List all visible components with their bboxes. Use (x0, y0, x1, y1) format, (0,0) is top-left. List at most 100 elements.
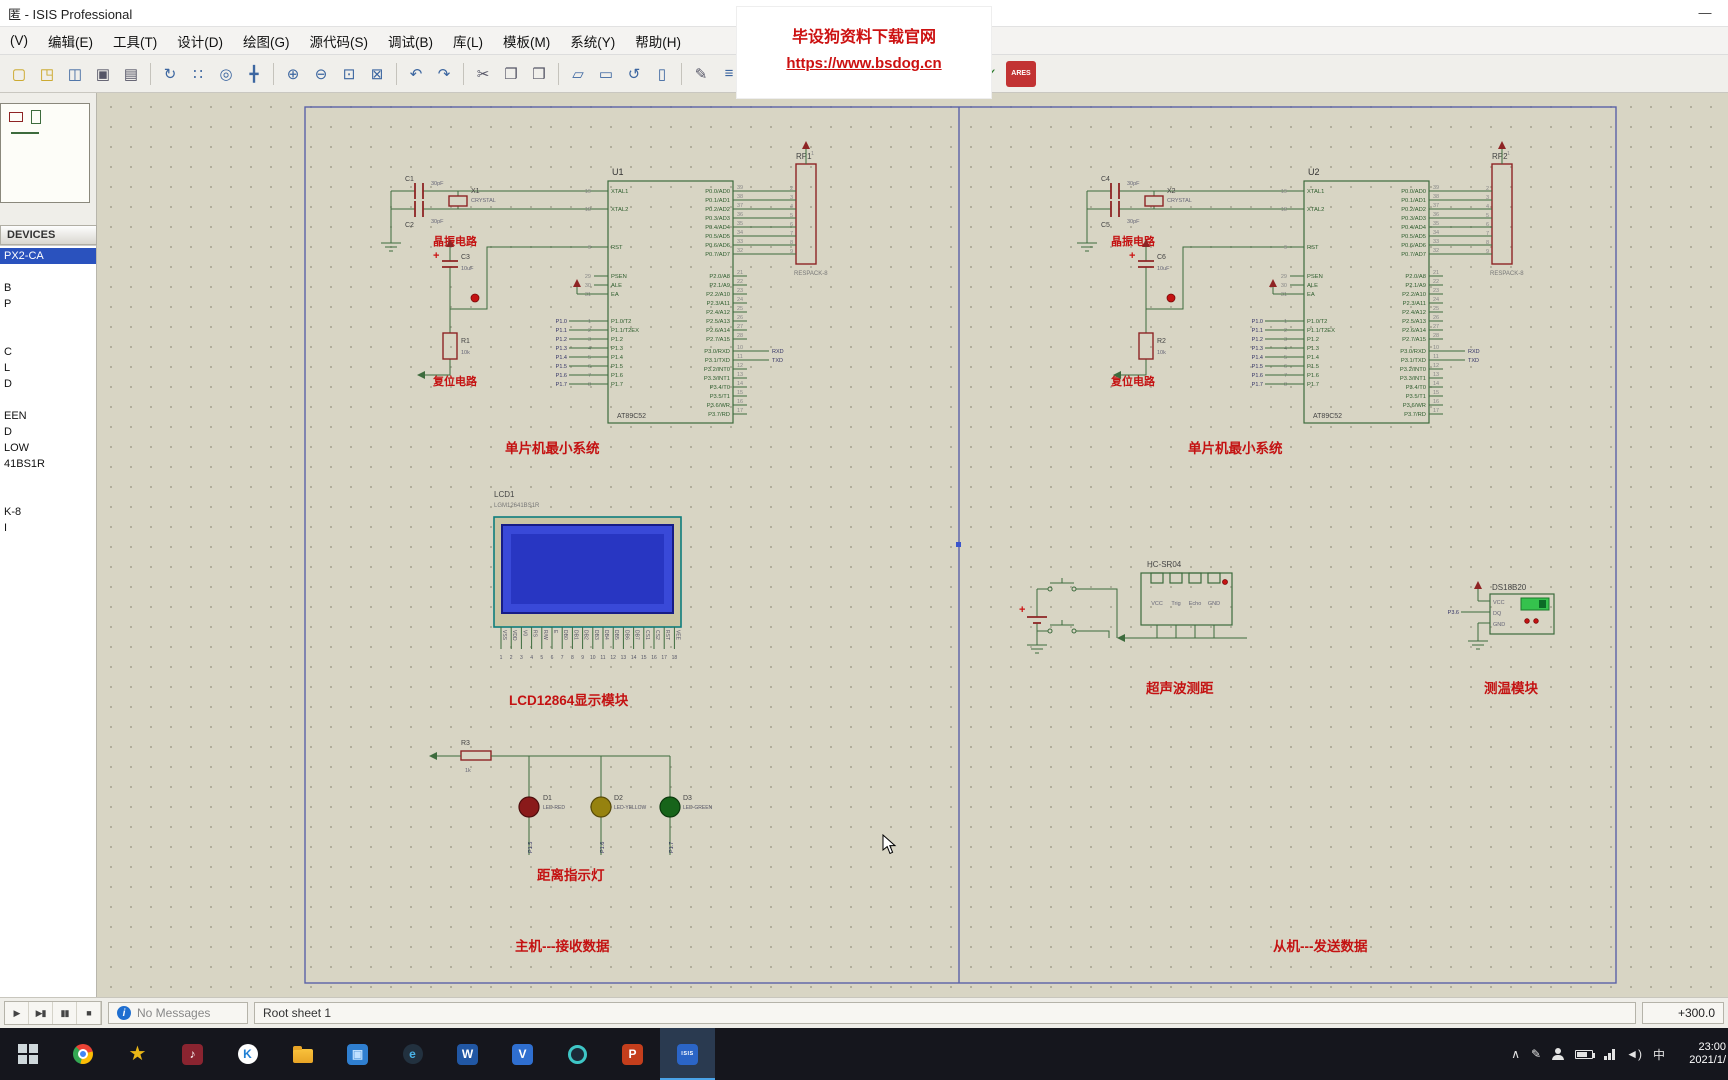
schematic-svg[interactable]: 晶振电路 晶振电路 复位电路 复位电路 单片机最小系统 单片机最小系统 LCD1… (97, 93, 1728, 997)
save-design-button[interactable]: ◫ (62, 61, 88, 87)
d2-ref: D2 (614, 795, 623, 802)
svg-text:DB7: DB7 (634, 630, 640, 640)
input-indicator[interactable]: 中 (1653, 1046, 1665, 1063)
pen-icon[interactable]: ✎ (1531, 1047, 1541, 1061)
origin-button[interactable]: ◎ (213, 61, 239, 87)
ultrasonic-module[interactable]: HC-SR04 VCC Trig Echo GND + (1019, 560, 1247, 654)
caption-crystal-left: 晶振电路 (433, 234, 478, 248)
device-item[interactable] (0, 264, 96, 280)
device-item[interactable]: EEN (0, 408, 96, 424)
lcd-module[interactable]: LCD1 LGM12641BS1R VSS 1 VDD 2 V0 3 RS 4 R/W 5 E 6 DB… (493, 490, 682, 661)
led-indicators[interactable]: R3 1k D1 LED-RED D2 LED-YELLOW D3 LED-GR… (429, 740, 713, 855)
zoom-all-button[interactable]: ⊠ (364, 61, 390, 87)
people-icon[interactable] (1552, 1048, 1565, 1060)
taskbar-start-button[interactable] (0, 1028, 55, 1080)
device-item[interactable]: D (0, 424, 96, 440)
led-d3[interactable] (659, 796, 681, 818)
svg-text:PSEN: PSEN (1307, 274, 1323, 280)
device-item[interactable] (0, 392, 96, 408)
sim-pause-button[interactable]: ▮▮ (53, 1002, 77, 1024)
sim-step-button[interactable]: ▶▮ (29, 1002, 53, 1024)
mark-output-area-button[interactable]: ▤ (118, 61, 144, 87)
minimize-button[interactable]: — (1682, 5, 1728, 21)
zoom-out-button[interactable]: ⊖ (308, 61, 334, 87)
schematic-canvas[interactable]: 晶振电路 晶振电路 复位电路 复位电路 单片机最小系统 单片机最小系统 LCD1… (97, 93, 1728, 997)
lcd-pins: VSS 1 VDD 2 V0 3 RS 4 R/W 5 E 6 DB0 7 DB1 8 DB2 9 DB3 10 DB4… (500, 627, 680, 661)
device-item[interactable]: C (0, 344, 96, 360)
redraw-button[interactable]: ↻ (157, 61, 183, 87)
menu-item-0[interactable]: (V) (0, 33, 38, 48)
toggle-grid-button[interactable]: ∷ (185, 61, 211, 87)
sim-play-button[interactable]: ▶ (5, 1002, 29, 1024)
block-move-button[interactable]: ▭ (593, 61, 619, 87)
svg-text:P0.6/AD6: P0.6/AD6 (1401, 243, 1426, 249)
temperature-module[interactable]: DS18B20 VCC DQ GND P3.6 (1448, 581, 1555, 650)
svg-text:8: 8 (790, 240, 793, 246)
menu-item-3[interactable]: 设计(D) (167, 31, 233, 51)
netlist-to-ares-button[interactable]: ARES (1006, 60, 1036, 87)
taskbar-v-app[interactable]: V (495, 1028, 550, 1080)
tray-expand-icon[interactable]: ∧ (1511, 1047, 1520, 1061)
battery-icon[interactable] (1575, 1049, 1596, 1059)
device-item[interactable]: 41BS1R (0, 456, 96, 472)
menu-item-6[interactable]: 调试(B) (378, 31, 443, 51)
menu-item-7[interactable]: 库(L) (443, 31, 493, 51)
cut-button[interactable]: ✂ (470, 61, 496, 87)
device-item[interactable]: K-8 (0, 504, 96, 520)
taskbar-favorites-app[interactable]: ★ (110, 1028, 165, 1080)
caption-mcu-right: 单片机最小系统 (1188, 440, 1283, 456)
device-item[interactable]: P (0, 296, 96, 312)
pan-button[interactable]: ╋ (241, 61, 267, 87)
undo-button[interactable]: ↶ (403, 61, 429, 87)
menu-item-8[interactable]: 模板(M) (493, 31, 560, 51)
svg-text:1: 1 (588, 319, 591, 325)
block-copy-button[interactable]: ▱ (565, 61, 591, 87)
volume-icon[interactable]: ◄) (1626, 1047, 1642, 1061)
menu-item-5[interactable]: 源代码(S) (300, 31, 379, 51)
device-item[interactable]: B (0, 280, 96, 296)
device-item[interactable]: PX2-CA (0, 248, 96, 264)
device-item[interactable] (0, 328, 96, 344)
device-item[interactable]: L (0, 360, 96, 376)
network-icon[interactable] (1604, 1048, 1616, 1060)
taskbar-file-explorer[interactable] (275, 1028, 330, 1080)
print-design-button[interactable]: ▣ (90, 61, 116, 87)
open-design-button[interactable]: ◳ (34, 61, 60, 87)
menu-item-1[interactable]: 编辑(E) (38, 31, 103, 51)
taskbar-proteus-isis[interactable]: ISIS (660, 1028, 715, 1080)
menu-item-2[interactable]: 工具(T) (103, 31, 167, 51)
taskbar-browser-app[interactable]: e (385, 1028, 440, 1080)
device-item[interactable] (0, 472, 96, 488)
copy-button[interactable]: ❐ (498, 61, 524, 87)
device-item[interactable]: D (0, 376, 96, 392)
menu-item-10[interactable]: 帮助(H) (625, 31, 691, 51)
new-design-button[interactable]: ▢ (6, 61, 32, 87)
menu-item-4[interactable]: 绘图(G) (233, 31, 300, 51)
taskbar-chrome-browser[interactable] (55, 1028, 110, 1080)
watermark-link[interactable]: https://www.bsdog.cn (786, 55, 941, 72)
taskbar-powerpoint[interactable]: P (605, 1028, 660, 1080)
taskbar-word[interactable]: W (440, 1028, 495, 1080)
zoom-area-button[interactable]: ⊡ (336, 61, 362, 87)
device-item[interactable] (0, 488, 96, 504)
menu-item-9[interactable]: 系统(Y) (560, 31, 625, 51)
taskbar-media-app[interactable]: ♪ (165, 1028, 220, 1080)
svg-text:5: 5 (790, 213, 793, 219)
zoom-in-button[interactable]: ⊕ (280, 61, 306, 87)
taskbar-app-window[interactable]: ▣ (330, 1028, 385, 1080)
device-item[interactable]: LOW (0, 440, 96, 456)
paste-button[interactable]: ❒ (526, 61, 552, 87)
clock[interactable]: 23:00 2021/1/ (1678, 1041, 1726, 1067)
edit-properties-button[interactable]: ✎ (688, 61, 714, 87)
led-d2[interactable] (590, 796, 612, 818)
redo-button[interactable]: ↷ (431, 61, 457, 87)
sim-stop-button[interactable]: ■ (77, 1002, 101, 1024)
led-d1[interactable] (518, 796, 540, 818)
taskbar-kugou-music[interactable]: K (220, 1028, 275, 1080)
block-delete-button[interactable]: ▯ (649, 61, 675, 87)
block-rotate-button[interactable]: ↺ (621, 61, 647, 87)
overview-window[interactable] (0, 103, 90, 203)
taskbar-edge-browser[interactable] (550, 1028, 605, 1080)
device-item[interactable]: I (0, 520, 96, 536)
device-item[interactable] (0, 312, 96, 328)
